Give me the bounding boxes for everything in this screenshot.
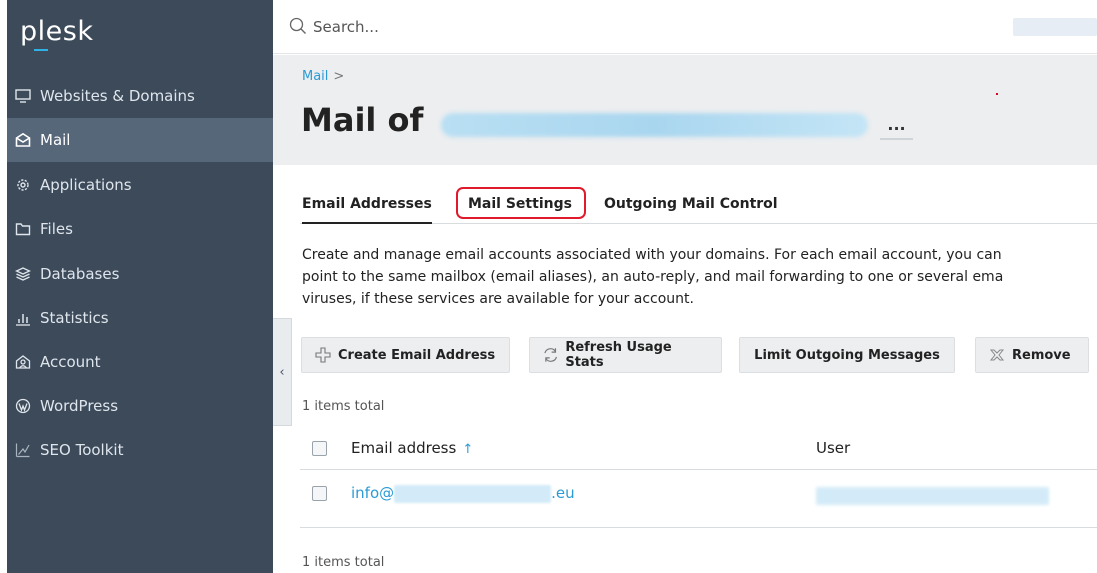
search-input[interactable] xyxy=(313,14,613,40)
tab-outgoing-mail-control[interactable]: Outgoing Mail Control xyxy=(604,196,778,212)
sidebar-item-files[interactable]: Files xyxy=(7,207,273,251)
button-label: Remove xyxy=(1012,347,1071,363)
more-actions-button[interactable]: ... xyxy=(880,110,913,140)
sidebar-item-label: Account xyxy=(40,353,101,371)
top-bar xyxy=(273,0,1097,54)
sidebar-item-mail[interactable]: Mail xyxy=(7,118,273,162)
monitor-icon xyxy=(15,88,31,104)
tab-mail-settings[interactable]: Mail Settings xyxy=(468,196,572,212)
user-menu[interactable] xyxy=(1013,18,1097,36)
sidebar-item-account[interactable]: Account xyxy=(7,340,273,384)
remove-icon xyxy=(989,349,1005,361)
button-label: Limit Outgoing Messages xyxy=(754,347,940,363)
sidebar-item-label: Files xyxy=(40,220,73,238)
sidebar-item-label: WordPress xyxy=(40,397,119,415)
table-row: info@ .eu xyxy=(300,470,1097,528)
search-icon xyxy=(289,17,307,35)
breadcrumb-separator: > xyxy=(333,69,345,84)
tab-bar: Email Addresses Mail Settings Outgoing M… xyxy=(300,186,1097,224)
red-marker xyxy=(996,93,998,95)
column-email-address[interactable]: Email address ↑ xyxy=(351,439,473,457)
create-email-address-button[interactable]: Create Email Address xyxy=(301,337,510,373)
plesk-logo[interactable]: plesk xyxy=(20,16,93,47)
sidebar-item-label: Websites & Domains xyxy=(40,87,195,105)
mail-description: Create and manage email accounts associa… xyxy=(302,244,1097,310)
bar-chart-icon xyxy=(15,310,31,326)
page-header: Mail > Mail of ... xyxy=(273,55,1097,165)
remove-button[interactable]: Remove xyxy=(975,337,1089,373)
items-total-bottom: 1 items total xyxy=(302,555,385,570)
chevron-left-icon: ‹ xyxy=(279,364,285,380)
limit-outgoing-messages-button[interactable]: Limit Outgoing Messages xyxy=(739,337,955,373)
sidebar: plesk Websites & Domains Mail Applicatio… xyxy=(7,0,273,573)
left-edge xyxy=(0,0,7,573)
select-all-checkbox[interactable] xyxy=(312,441,327,456)
database-icon xyxy=(15,266,31,282)
mail-icon xyxy=(15,132,31,148)
sidebar-item-websites-domains[interactable]: Websites & Domains xyxy=(7,74,273,118)
column-user[interactable]: User xyxy=(816,439,850,457)
table-header-row: Email address ↑ User xyxy=(300,426,1097,470)
sidebar-item-databases[interactable]: Databases xyxy=(7,252,273,296)
items-total-top: 1 items total xyxy=(302,399,385,414)
email-tld: .eu xyxy=(551,484,575,502)
row-checkbox[interactable] xyxy=(312,486,327,501)
refresh-usage-stats-button[interactable]: Refresh Usage Stats xyxy=(529,337,722,373)
sidebar-collapse-toggle[interactable]: ‹ xyxy=(273,318,292,426)
sidebar-item-label: Applications xyxy=(40,176,132,194)
sidebar-item-label: Statistics xyxy=(40,309,109,327)
refresh-icon xyxy=(544,348,557,362)
seo-icon xyxy=(15,442,31,458)
sidebar-item-label: Databases xyxy=(40,265,120,283)
redacted-domain-name xyxy=(441,113,868,137)
sidebar-item-applications[interactable]: Applications xyxy=(7,163,273,207)
tab-email-addresses[interactable]: Email Addresses xyxy=(302,196,432,224)
button-label: Create Email Address xyxy=(338,347,496,363)
gear-icon xyxy=(15,177,31,193)
sidebar-item-wordpress[interactable]: WordPress xyxy=(7,384,273,428)
redacted-domain xyxy=(394,484,552,503)
description-line: Create and manage email accounts associa… xyxy=(302,247,1002,263)
plus-icon xyxy=(315,347,331,363)
page-title: Mail of xyxy=(301,101,424,139)
description-line: viruses, if these services are available… xyxy=(302,291,694,307)
sidebar-item-label: SEO Toolkit xyxy=(40,441,124,459)
logo-accent-bar xyxy=(34,49,48,51)
breadcrumb-mail-link[interactable]: Mail xyxy=(302,69,328,84)
sort-ascending-icon: ↑ xyxy=(462,442,474,457)
wordpress-icon xyxy=(15,398,31,414)
column-label: Email address xyxy=(351,439,457,457)
button-label: Refresh Usage Stats xyxy=(565,340,672,370)
sidebar-item-statistics[interactable]: Statistics xyxy=(7,296,273,340)
sidebar-item-label: Mail xyxy=(40,131,71,149)
sidebar-item-seo-toolkit[interactable]: SEO Toolkit xyxy=(7,428,273,472)
email-address-link[interactable]: info@ .eu xyxy=(351,484,575,503)
folder-icon xyxy=(15,221,31,237)
description-line: point to the same mailbox (email aliases… xyxy=(302,269,1004,285)
breadcrumb: Mail > xyxy=(302,69,344,84)
account-icon xyxy=(15,354,31,370)
email-local-part: info@ xyxy=(351,484,395,502)
plesk-window: plesk Websites & Domains Mail Applicatio… xyxy=(0,0,1097,573)
redacted-user xyxy=(816,487,1049,505)
